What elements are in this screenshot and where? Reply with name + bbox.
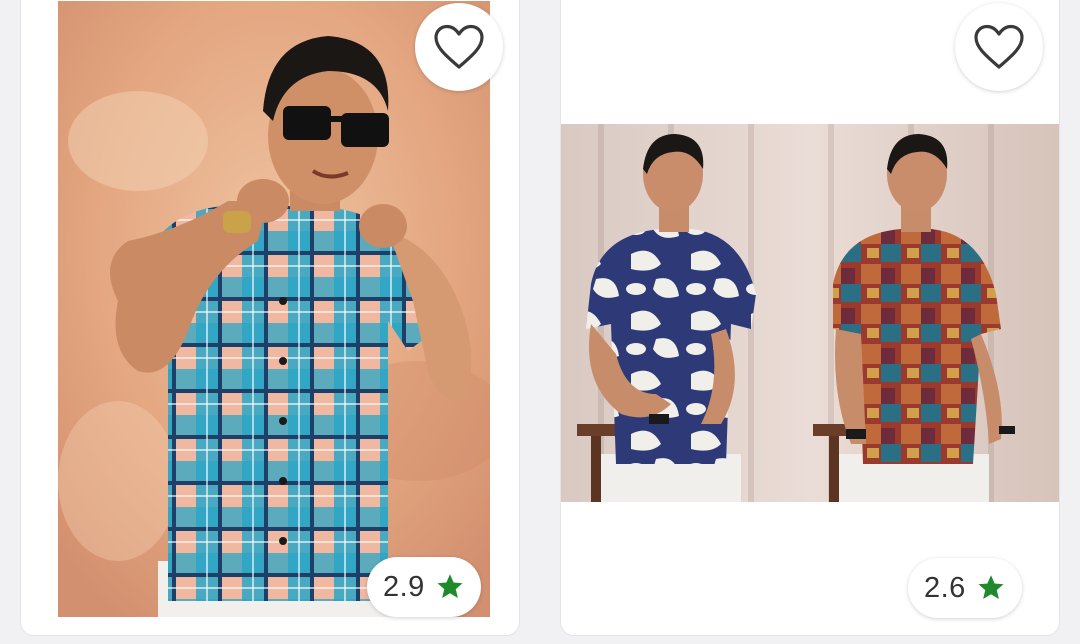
heart-outline-icon [974, 24, 1024, 69]
heart-outline-icon [434, 24, 484, 69]
plaid-shirt-model-photo [58, 1, 490, 617]
rating-value: 2.9 [383, 570, 425, 603]
printed-shirts-models-photo [561, 124, 1059, 502]
product-card[interactable]: 2.6 [560, 0, 1060, 636]
star-icon [437, 574, 463, 598]
rating-badge: 2.6 [908, 558, 1022, 618]
wishlist-button[interactable] [415, 3, 503, 91]
rating-value: 2.6 [924, 571, 966, 604]
product-image[interactable] [561, 124, 1059, 502]
star-icon [978, 575, 1004, 599]
product-grid: 2.9 2.6 [0, 0, 1080, 644]
wishlist-button[interactable] [955, 3, 1043, 91]
product-card[interactable]: 2.9 [20, 0, 520, 636]
product-image[interactable] [58, 1, 490, 617]
rating-badge: 2.9 [367, 557, 481, 617]
